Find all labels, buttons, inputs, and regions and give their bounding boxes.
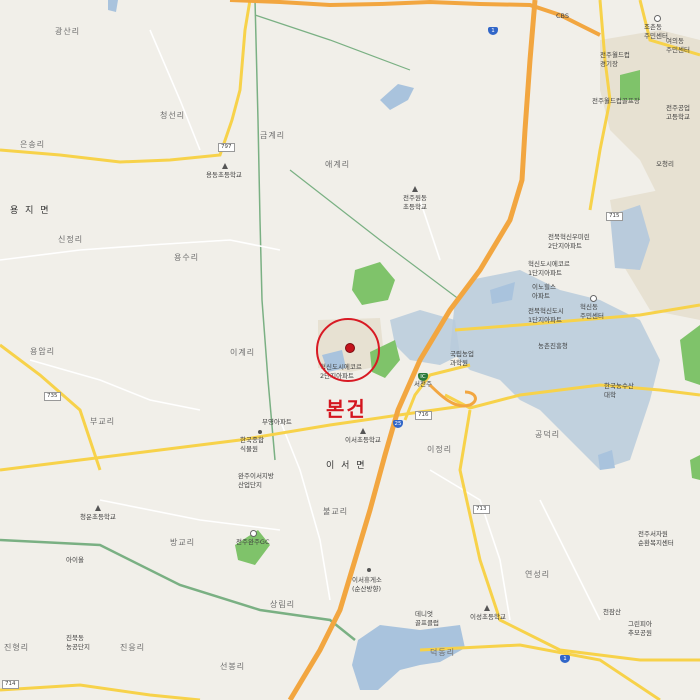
lake-northwest (108, 0, 118, 12)
label-jinhyeong: 진형리 (4, 643, 30, 652)
label-sinjeong: 신정리 (58, 235, 84, 244)
target-label: 본건 (326, 397, 367, 421)
target-location-marker[interactable] (345, 343, 355, 353)
poi-cheonjamsan[interactable]: 천잠산 (603, 608, 621, 617)
poi-rda[interactable]: 농촌진흥청 (538, 342, 568, 351)
label-geumgye: 금계리 (260, 131, 286, 140)
label-sangrim: 상림리 (270, 600, 296, 609)
rail-line-south (0, 538, 356, 641)
poi-ocheong[interactable]: 오청리 (656, 160, 674, 169)
label-gwangsan: 광산리 (55, 27, 81, 36)
label-jineung: 진응리 (120, 643, 146, 652)
poi-agri-complex[interactable]: 진북동 농공단지 (66, 634, 90, 652)
poi-eco-apt-1[interactable]: 혁신도시에코르 1단지아파트 (528, 260, 570, 278)
poi-agri-college[interactable]: 한국농수산 대학 (604, 382, 634, 400)
poi-tech-high[interactable]: 전주공업 고등학교 (666, 104, 690, 122)
rest-area-icon (367, 568, 371, 572)
label-yongji: 용 지 면 (10, 206, 51, 216)
expressway-interchange (428, 383, 477, 408)
poi-seojeonju-ic[interactable]: 서전주 (414, 380, 432, 389)
route-shield-714: 714 (2, 680, 19, 689)
expressway-shield-25: 25 (393, 420, 403, 428)
poi-cbs[interactable]: CBS (556, 12, 569, 21)
poi-jeonju-school[interactable]: 전주원동 초등학교 (403, 194, 427, 212)
label-bulgyo: 불교리 (323, 507, 349, 516)
route-shield-735: 735 (44, 392, 61, 401)
forest-east (680, 325, 700, 385)
label-igye: 이계리 (230, 348, 256, 357)
label-yongam: 용암리 (30, 347, 56, 356)
forest-east2 (690, 455, 700, 480)
rail-line-north (254, 14, 411, 71)
poi-iseong-school[interactable]: 이성초등학교 (470, 613, 506, 622)
route-shield-715: 715 (606, 212, 623, 221)
poi-world-cup-golf[interactable]: 전주월드컵골프장 (592, 97, 640, 106)
poi-botanical-garden[interactable]: 한국종합 식물원 (240, 436, 264, 454)
label-gongdeok: 공덕리 (535, 430, 561, 439)
label-budo: 부교리 (90, 417, 116, 426)
label-seonbong: 선봉리 (220, 662, 246, 671)
poi-jeonbuk-apt[interactable]: 전북혁신도시 1단지아파트 (528, 307, 564, 325)
lake-north (380, 84, 414, 110)
poi-iseo-rest-area[interactable]: 이서휴게소 (순산방향) (352, 576, 382, 594)
poi-buyoung-apt[interactable]: 부영아파트 (262, 418, 292, 427)
school-icon (95, 505, 101, 511)
label-banggyo: 방교리 (170, 538, 196, 547)
poi-industrial-complex[interactable]: 완주이서지방 산업단지 (238, 472, 274, 490)
poi-food-institute[interactable]: 국립농업 과학원 (450, 350, 474, 368)
place-pin-icon (258, 430, 262, 434)
label-deokdong: 덕동리 (430, 648, 456, 657)
forest-ne (620, 70, 640, 100)
label-yeonseong: 연성리 (525, 570, 551, 579)
label-cheongseon: 청선리 (160, 111, 186, 120)
school-icon (484, 605, 490, 611)
school-icon (360, 428, 366, 434)
route-shield-716: 716 (415, 411, 432, 420)
poi-inno-hills[interactable]: 이노힐스 아파트 (532, 283, 556, 301)
office-icon (654, 15, 661, 22)
poi-jeonju-gc[interactable]: 전주완주GC (236, 538, 270, 547)
label-ijeong: 이정리 (427, 445, 453, 454)
lake-south (352, 625, 465, 690)
poi-iseo-school[interactable]: 이서초등학교 (345, 436, 381, 445)
poi-recycling-center[interactable]: 전주서자원 순환복지센터 (638, 530, 674, 548)
label-yongsu: 용수리 (174, 253, 200, 262)
label-eunsong: 은송리 (20, 140, 46, 149)
poi-umirin-apt[interactable]: 전북혁신우미린 2단지아파트 (548, 233, 590, 251)
route-shield-713: 713 (473, 505, 490, 514)
poi-memorial-park[interactable]: 그린피아 추모공원 (628, 620, 652, 638)
forest-west-hill (352, 262, 395, 305)
school-icon (222, 163, 228, 169)
poi-cheongun-school[interactable]: 청운초등학교 (80, 513, 116, 522)
poi-yongdong-school[interactable]: 용동초등학교 (206, 171, 242, 180)
school-icon (412, 186, 418, 192)
poi-jochon-center[interactable]: 조촌동 주민센터 (644, 23, 668, 41)
poi-aiol[interactable]: 아이올 (66, 556, 84, 565)
golf-icon (250, 530, 257, 537)
poi-world-cup-stadium[interactable]: 전주월드컵 경기장 (600, 51, 630, 69)
office-icon (590, 295, 597, 302)
map-canvas[interactable]: 용 지 면 이 서 면 신정리 용수리 청선리 용암리 부교리 이계리 금계리 … (0, 0, 700, 700)
expressway-north-branch (229, 0, 601, 37)
label-yegye: 애계리 (325, 160, 351, 169)
poi-golf-club[interactable]: 데니엇 골프클럽 (415, 610, 439, 628)
route-shield-797: 797 (218, 143, 235, 152)
poi-yeoui-center[interactable]: 여의동 주민센터 (666, 37, 690, 55)
poi-innovation-center[interactable]: 혁신동 주민센터 (580, 303, 604, 321)
rail-line-west (254, 0, 276, 461)
label-iseo: 이 서 면 (326, 461, 367, 471)
